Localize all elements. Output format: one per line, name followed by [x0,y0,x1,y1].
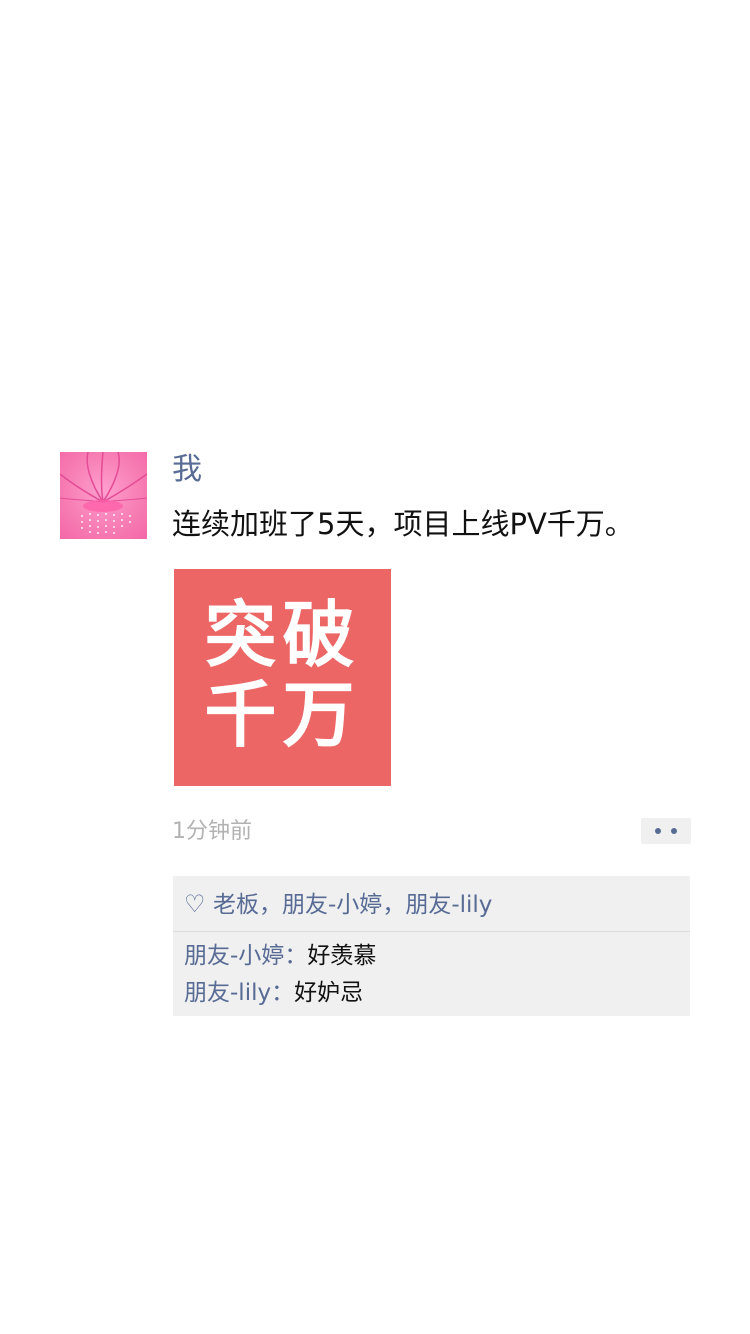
like-name[interactable]: 朋友-小婷 [282,892,382,918]
like-name[interactable]: 朋友-lily [405,892,492,918]
comment-separator: ： [271,980,295,1006]
comments-list: 朋友-小婷：好羡慕 朋友-lily：好妒忌 [184,938,684,1012]
likes-row: ♡ 老板，朋友-小婷，朋友-lily [173,876,690,932]
post-image-caption: 突破 千万 [174,595,391,755]
comment-author[interactable]: 朋友-小婷 [184,943,284,969]
more-actions-button[interactable] [641,818,691,844]
like-separator: ， [259,892,282,918]
comment-text: 好羡慕 [307,943,377,969]
likes-list: 老板，朋友-小婷，朋友-lily [213,888,492,922]
avatar[interactable] [60,452,147,539]
like-name[interactable]: 老板 [213,892,259,918]
comment-text: 好妒忌 [294,980,364,1006]
post-image-line-2: 千万 [204,673,361,757]
comment-item[interactable]: 朋友-小婷：好羡慕 [184,938,684,975]
comment-separator: ： [284,943,308,969]
likes-comments-panel: ♡ 老板，朋友-小婷，朋友-lily 朋友-小婷：好羡慕 朋友-lily：好妒忌 [173,876,690,1016]
more-dot-icon [671,828,677,834]
post-text: 连续加班了5天，项目上线PV千万。 [172,507,634,541]
avatar-flower-image [60,452,147,539]
heart-icon: ♡ [184,890,206,918]
comment-item[interactable]: 朋友-lily：好妒忌 [184,975,684,1012]
post-timestamp: 1分钟前 [172,819,252,844]
post-image-line-1: 突破 [204,593,361,677]
like-separator: ， [382,892,406,918]
post-author-name[interactable]: 我 [172,452,202,488]
comment-author[interactable]: 朋友-lily [184,980,271,1006]
post-image[interactable]: 突破 千万 [174,569,391,786]
more-dot-icon [655,828,661,834]
